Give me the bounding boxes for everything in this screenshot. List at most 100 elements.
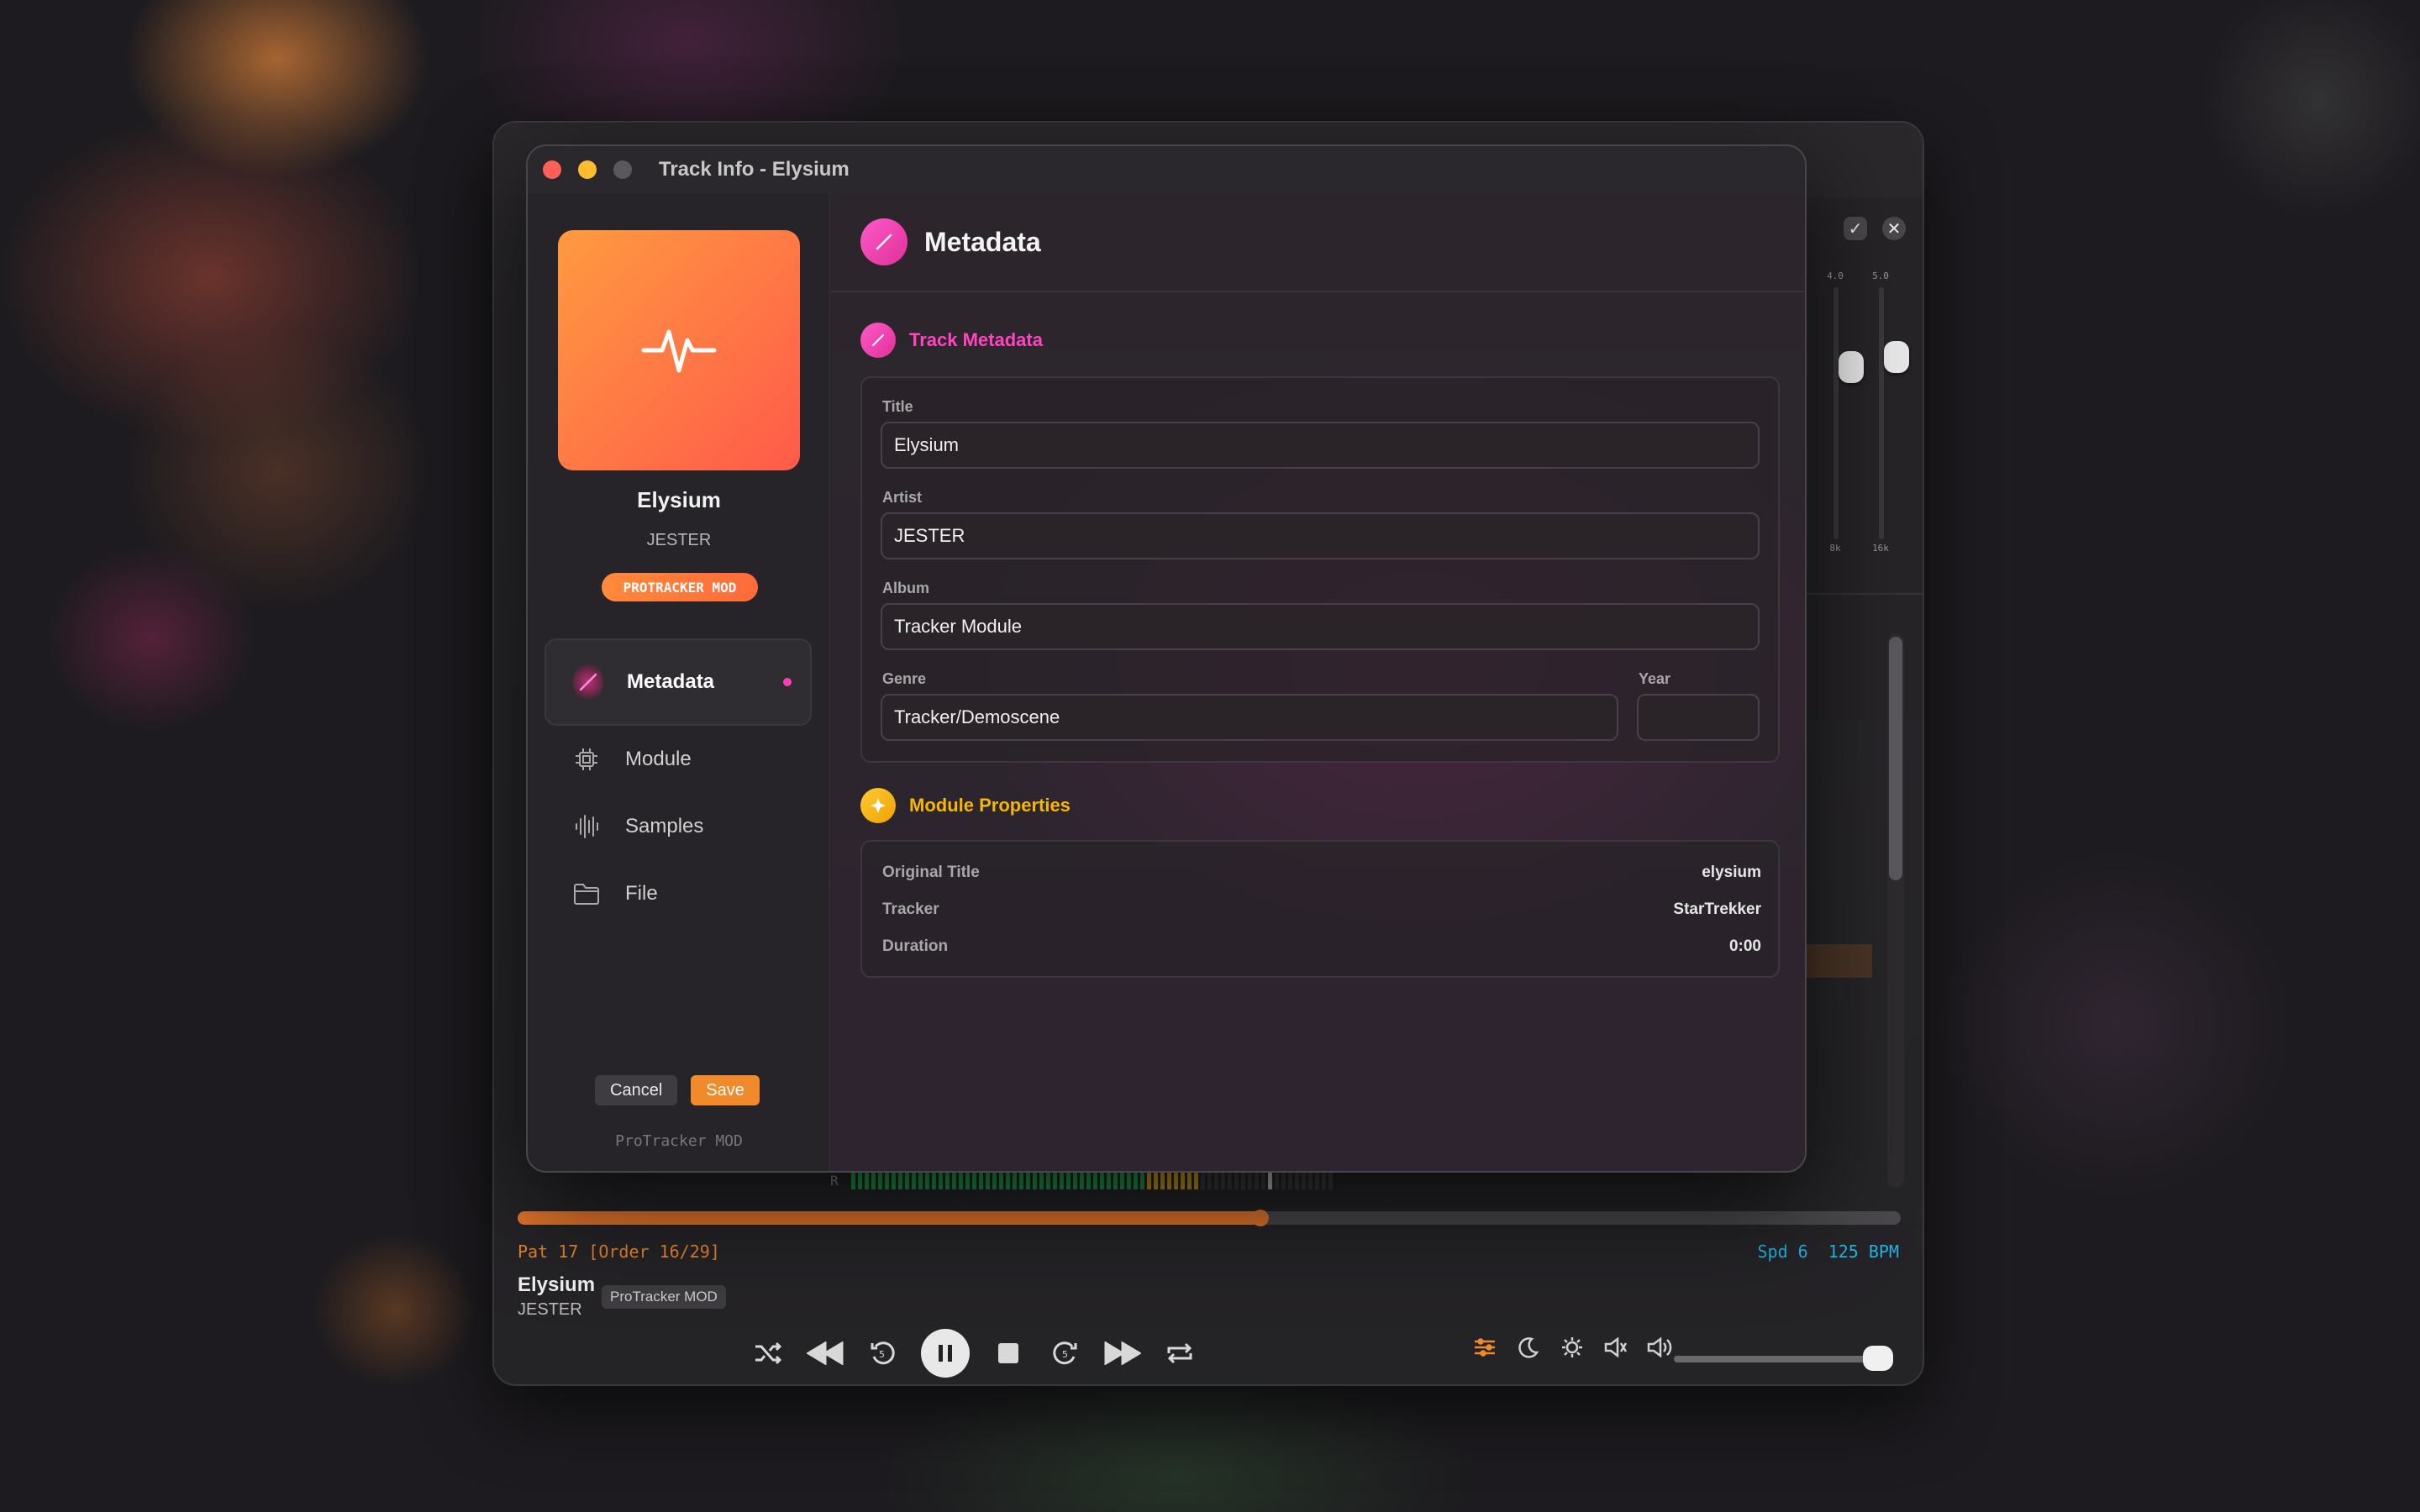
module-properties-card: Original Title elysium Tracker StarTrekk…: [860, 840, 1780, 978]
visualizer-icon[interactable]: [1556, 1329, 1588, 1366]
section-title: Module Properties: [909, 795, 1071, 816]
vu-segment: [1005, 1171, 1010, 1189]
vu-segment: [1301, 1171, 1306, 1189]
volume-knob[interactable]: [1862, 1346, 1893, 1371]
vu-segment: [877, 1171, 882, 1189]
vu-segment: [951, 1171, 956, 1189]
content-header: Metadata: [830, 193, 1805, 292]
vu-segment: [1260, 1171, 1265, 1189]
sidebar-track-title: Elysium: [637, 487, 721, 512]
sidebar-item-label: Samples: [625, 815, 704, 837]
track-metadata-header: Track Metadata: [860, 323, 1043, 358]
vu-segment: [897, 1171, 902, 1189]
close-window-button[interactable]: [543, 160, 561, 179]
vu-segment: [1173, 1171, 1178, 1189]
vu-segment: [971, 1171, 976, 1189]
eq-slider-knob[interactable]: [1884, 341, 1909, 373]
vu-segment: [1281, 1171, 1286, 1189]
vu-segment: [1274, 1171, 1279, 1189]
vu-segment: [1160, 1171, 1165, 1189]
eq-apply-checkmark-icon[interactable]: ✓: [1844, 217, 1867, 240]
vu-segment: [1039, 1171, 1044, 1189]
sidebar-item-metadata[interactable]: Metadata: [544, 638, 812, 726]
vu-segment: [931, 1171, 936, 1189]
vu-segment: [978, 1171, 983, 1189]
vu-segment: [1086, 1171, 1091, 1189]
fast-forward-icon[interactable]: [1104, 1335, 1141, 1372]
volume-slider[interactable]: [1674, 1346, 1893, 1371]
album-label: Album: [882, 580, 929, 596]
year-label: Year: [1639, 670, 1671, 687]
playlist-selected-row[interactable]: [1805, 944, 1872, 978]
equalizer-top-controls: ✓ ✕: [1844, 217, 1906, 240]
pencil-icon: [860, 323, 896, 358]
active-indicator-dot: [783, 678, 792, 686]
title-label: Title: [882, 398, 913, 415]
eq-band-value: 5.0: [1872, 270, 1889, 281]
equalizer-icon[interactable]: [1469, 1329, 1501, 1366]
vu-segment: [1180, 1171, 1185, 1189]
sidebar-item-label: Module: [625, 748, 692, 770]
skip-back-5-icon[interactable]: 5: [864, 1335, 901, 1372]
vu-segment: [864, 1171, 869, 1189]
artist-field[interactable]: [881, 512, 1760, 559]
eq-band-label: 8k: [1829, 543, 1841, 554]
vu-segment: [998, 1171, 1003, 1189]
stop-icon[interactable]: [990, 1335, 1027, 1372]
vu-channel-label: R: [830, 1172, 839, 1189]
eq-slider-knob[interactable]: [1839, 351, 1864, 383]
save-button[interactable]: Save: [691, 1075, 760, 1105]
pause-icon: [939, 1345, 952, 1362]
vu-segment: [1247, 1171, 1252, 1189]
eq-band-label: 16k: [1872, 543, 1889, 554]
vu-segment: [904, 1171, 909, 1189]
speed-text: Spd 6: [1757, 1242, 1808, 1262]
folder-icon: [571, 879, 602, 909]
playlist-scrollbar[interactable]: [1887, 633, 1904, 1188]
minimize-window-button[interactable]: [578, 160, 597, 179]
scrollbar-thumb[interactable]: [1889, 637, 1902, 880]
dialog-sidebar: Elysium JESTER PROTRACKER MOD Metadata M…: [528, 193, 830, 1171]
album-field[interactable]: [881, 603, 1760, 650]
vu-segment: [938, 1171, 943, 1189]
progress-knob[interactable]: [1251, 1210, 1269, 1226]
sidebar-item-file[interactable]: File: [544, 860, 812, 927]
chip-icon: [571, 744, 602, 774]
year-field[interactable]: [1637, 694, 1760, 741]
section-title: Track Metadata: [909, 329, 1043, 350]
rewind-icon[interactable]: [807, 1335, 844, 1372]
vu-segment: [1234, 1171, 1239, 1189]
eq-band-16k[interactable]: 5.0: [1864, 270, 1909, 539]
eq-band-8k[interactable]: 4.0: [1818, 270, 1864, 539]
eq-slider-track[interactable]: [1879, 287, 1909, 539]
playback-progress-bar[interactable]: [518, 1210, 1901, 1226]
shuffle-icon[interactable]: [750, 1335, 786, 1372]
vu-segment: [1193, 1171, 1198, 1189]
vu-segment: [924, 1171, 929, 1189]
pencil-icon: [860, 218, 908, 265]
vu-segment: [1025, 1171, 1030, 1189]
vu-segment: [1106, 1171, 1111, 1189]
sidebar-item-module[interactable]: Module: [544, 726, 812, 793]
vu-segment: [1059, 1171, 1064, 1189]
eq-close-icon[interactable]: ✕: [1882, 217, 1906, 240]
pause-button[interactable]: [921, 1329, 970, 1378]
vu-segment: [1166, 1171, 1171, 1189]
volume-icon[interactable]: [1644, 1329, 1676, 1366]
vu-segment: [1045, 1171, 1050, 1189]
genre-field[interactable]: [881, 694, 1618, 741]
eq-slider-track[interactable]: [1833, 287, 1864, 539]
vu-segment: [1153, 1171, 1158, 1189]
vu-segment: [1072, 1171, 1077, 1189]
title-field[interactable]: [881, 422, 1760, 469]
sleep-moon-icon[interactable]: [1512, 1329, 1544, 1366]
vu-bars: [850, 1171, 1333, 1189]
vu-segment: [911, 1171, 916, 1189]
sidebar-item-samples[interactable]: Samples: [544, 793, 812, 860]
zoom-window-button[interactable]: [613, 160, 632, 179]
repeat-icon[interactable]: [1161, 1335, 1198, 1372]
transport-controls: 5 5: [750, 1329, 1198, 1378]
skip-forward-5-icon[interactable]: 5: [1047, 1335, 1084, 1372]
cancel-button[interactable]: Cancel: [595, 1075, 678, 1105]
speaker-icon[interactable]: [1600, 1329, 1632, 1366]
